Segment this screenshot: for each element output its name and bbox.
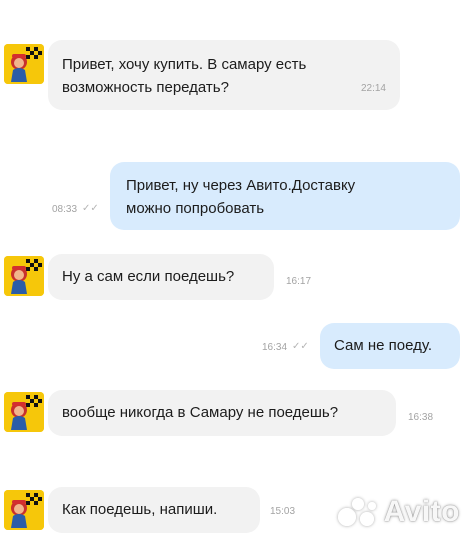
message-text: Сам не поеду. <box>334 337 433 354</box>
message-time: 22:14 <box>360 83 386 94</box>
avatar-image <box>4 490 44 530</box>
sender-avatar[interactable] <box>4 44 44 84</box>
message-bubble[interactable]: вообще никогда в Самару не поедешь? <box>48 390 396 436</box>
message-bubble[interactable]: Сам не поеду. <box>320 323 460 369</box>
message-bubble[interactable]: Ну а сам если поедешь? <box>48 254 274 300</box>
message-text: Ну а сам если поедешь? <box>62 268 235 285</box>
watermark-text: Avito <box>383 495 460 528</box>
message-bubble[interactable]: Привет, ну через Авито.Доставку можно по… <box>110 162 460 230</box>
message-time: 16:34 <box>262 342 288 353</box>
message-text: возможность передать? <box>62 79 229 96</box>
message-time: 15:03 <box>270 506 296 517</box>
message-time: 16:17 <box>286 276 312 287</box>
sender-avatar[interactable] <box>4 392 44 432</box>
message-text: Привет, ну через Авито.Доставку <box>126 177 356 194</box>
sender-avatar[interactable] <box>4 256 44 296</box>
message-text: Как поедешь, напиши. <box>62 501 218 518</box>
message-text: Привет, хочу купить. В самару есть <box>62 56 307 73</box>
message-time: 16:38 <box>408 412 434 423</box>
avatar-image <box>4 392 44 432</box>
avito-watermark: Avito <box>337 494 460 530</box>
read-receipt-icon: ✓✓ <box>292 341 309 352</box>
avatar-image <box>4 44 44 84</box>
message-text: можно попробовать <box>126 200 265 217</box>
sender-avatar[interactable] <box>4 490 44 530</box>
avito-logo-icon <box>337 494 378 530</box>
message-time: 08:33 <box>52 204 78 215</box>
avatar-image <box>4 256 44 296</box>
message-text: вообще никогда в Самару не поедешь? <box>62 404 339 421</box>
message-bubble[interactable]: Как поедешь, напиши. <box>48 487 260 533</box>
message-bubble[interactable]: Привет, хочу купить. В самару есть возмо… <box>48 40 400 110</box>
read-receipt-icon: ✓✓ <box>82 203 99 214</box>
chat-thread: Привет, хочу купить. В самару есть возмо… <box>0 0 468 540</box>
